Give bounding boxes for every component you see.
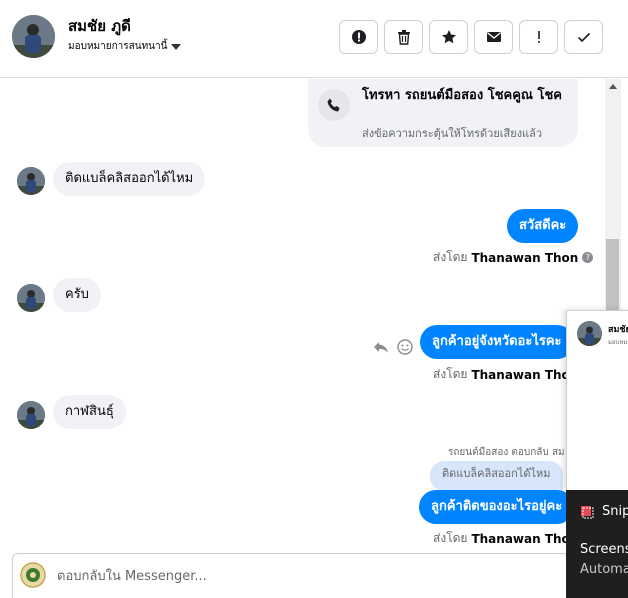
sent-by-label: ส่งโดย Thanawan Thon ?	[433, 248, 594, 267]
exclamation-icon	[537, 31, 540, 43]
popup-contact-name: สมชัย	[608, 325, 628, 335]
sent-by-prefix: ส่งโดย	[433, 367, 468, 381]
snip-notification[interactable]: Snip Screens Automa	[566, 490, 628, 598]
react-emoji-icon[interactable]	[396, 338, 414, 356]
sent-by-name: Thanawan Thon	[471, 250, 579, 265]
sent-by-prefix: ส่งโดย	[433, 250, 468, 264]
sent-by-prefix: ส่งโดย	[433, 531, 468, 545]
message-actions	[372, 338, 414, 356]
page-avatar	[20, 562, 46, 588]
snip-app-icon	[581, 505, 594, 518]
popup-avatar	[577, 321, 602, 346]
message-thread: โทรหา รถยนต์มือสอง โชคคูณ โชค ส่งข้อความ…	[0, 79, 605, 549]
phone-icon	[318, 89, 350, 121]
alert-icon	[351, 30, 366, 44]
contact-name[interactable]: สมชัย ภูดี	[68, 14, 131, 38]
reply-composer	[12, 553, 572, 598]
mark-spam-button[interactable]	[339, 20, 378, 54]
caret-down-icon	[171, 43, 182, 50]
snip-title: Screens	[580, 542, 628, 557]
call-prompt-card: โทรหา รถยนต์มือสอง โชคคูณ โชค ส่งข้อความ…	[308, 79, 578, 147]
sent-by-name: Thanawan Thon	[471, 531, 579, 546]
mark-done-button[interactable]	[564, 20, 603, 54]
sender-avatar	[17, 284, 45, 312]
reply-note: รถยนต์มือสอง ตอบกลับ สม	[448, 447, 565, 458]
snip-header: Snip	[580, 504, 628, 519]
sender-avatar	[17, 167, 45, 195]
sent-by-label: ส่งโดย Thanawan Thon	[433, 529, 578, 548]
message-input[interactable]	[57, 567, 477, 585]
reply-icon[interactable]	[372, 338, 390, 356]
mail-icon	[486, 32, 501, 42]
contact-avatar[interactable]	[12, 15, 55, 58]
snip-app-name: Snip	[602, 504, 628, 519]
assign-label: มอบหมายการสนทนานี้	[68, 41, 168, 52]
outgoing-message[interactable]: ลูกค้าอยู่จังหวัดอะไรคะ	[420, 325, 574, 359]
check-icon	[577, 32, 590, 43]
incoming-message[interactable]: กาฬสินธุ์	[53, 395, 126, 429]
outgoing-message[interactable]: ลูกค้าติดของอะไรอยู่คะ	[419, 490, 575, 524]
follow-up-button[interactable]	[519, 20, 558, 54]
sent-by-name: Thanawan Thon	[471, 367, 579, 382]
star-icon	[441, 30, 456, 44]
assign-conversation-dropdown[interactable]: มอบหมายการสนทนานี้	[68, 39, 182, 54]
popup-subtitle: มอบหมาย	[608, 339, 628, 346]
incoming-message[interactable]: ครับ	[53, 278, 101, 312]
sent-by-label: ส่งโดย Thanawan Thon	[433, 365, 578, 384]
trash-icon	[397, 30, 410, 45]
floating-chat-window[interactable]: สมชัย มอบหมาย	[566, 310, 628, 490]
snip-subtitle: Automa	[580, 562, 628, 577]
call-prompt-title: โทรหา รถยนต์มือสอง โชคคูณ โชค	[362, 88, 563, 103]
info-icon[interactable]: ?	[582, 252, 594, 263]
star-button[interactable]	[429, 20, 468, 54]
outgoing-message[interactable]: สวัสดีคะ	[507, 209, 579, 243]
mark-unread-button[interactable]	[474, 20, 513, 54]
delete-button[interactable]	[384, 20, 423, 54]
incoming-message[interactable]: ติดแบล็คลิสออกได้ไหม	[53, 162, 206, 196]
call-prompt-subtitle: ส่งข้อความกระตุ้นให้โทรด้วยเสียงแล้ว	[362, 127, 543, 140]
conversation-header: สมชัย ภูดี มอบหมายการสนทนานี้	[0, 0, 628, 78]
scroll-up-arrow-icon[interactable]	[609, 84, 617, 89]
sender-avatar	[17, 401, 45, 429]
quoted-message[interactable]: ติดแบล็คลิสออกได้ไหม	[430, 461, 563, 491]
header-toolbar	[339, 20, 603, 54]
